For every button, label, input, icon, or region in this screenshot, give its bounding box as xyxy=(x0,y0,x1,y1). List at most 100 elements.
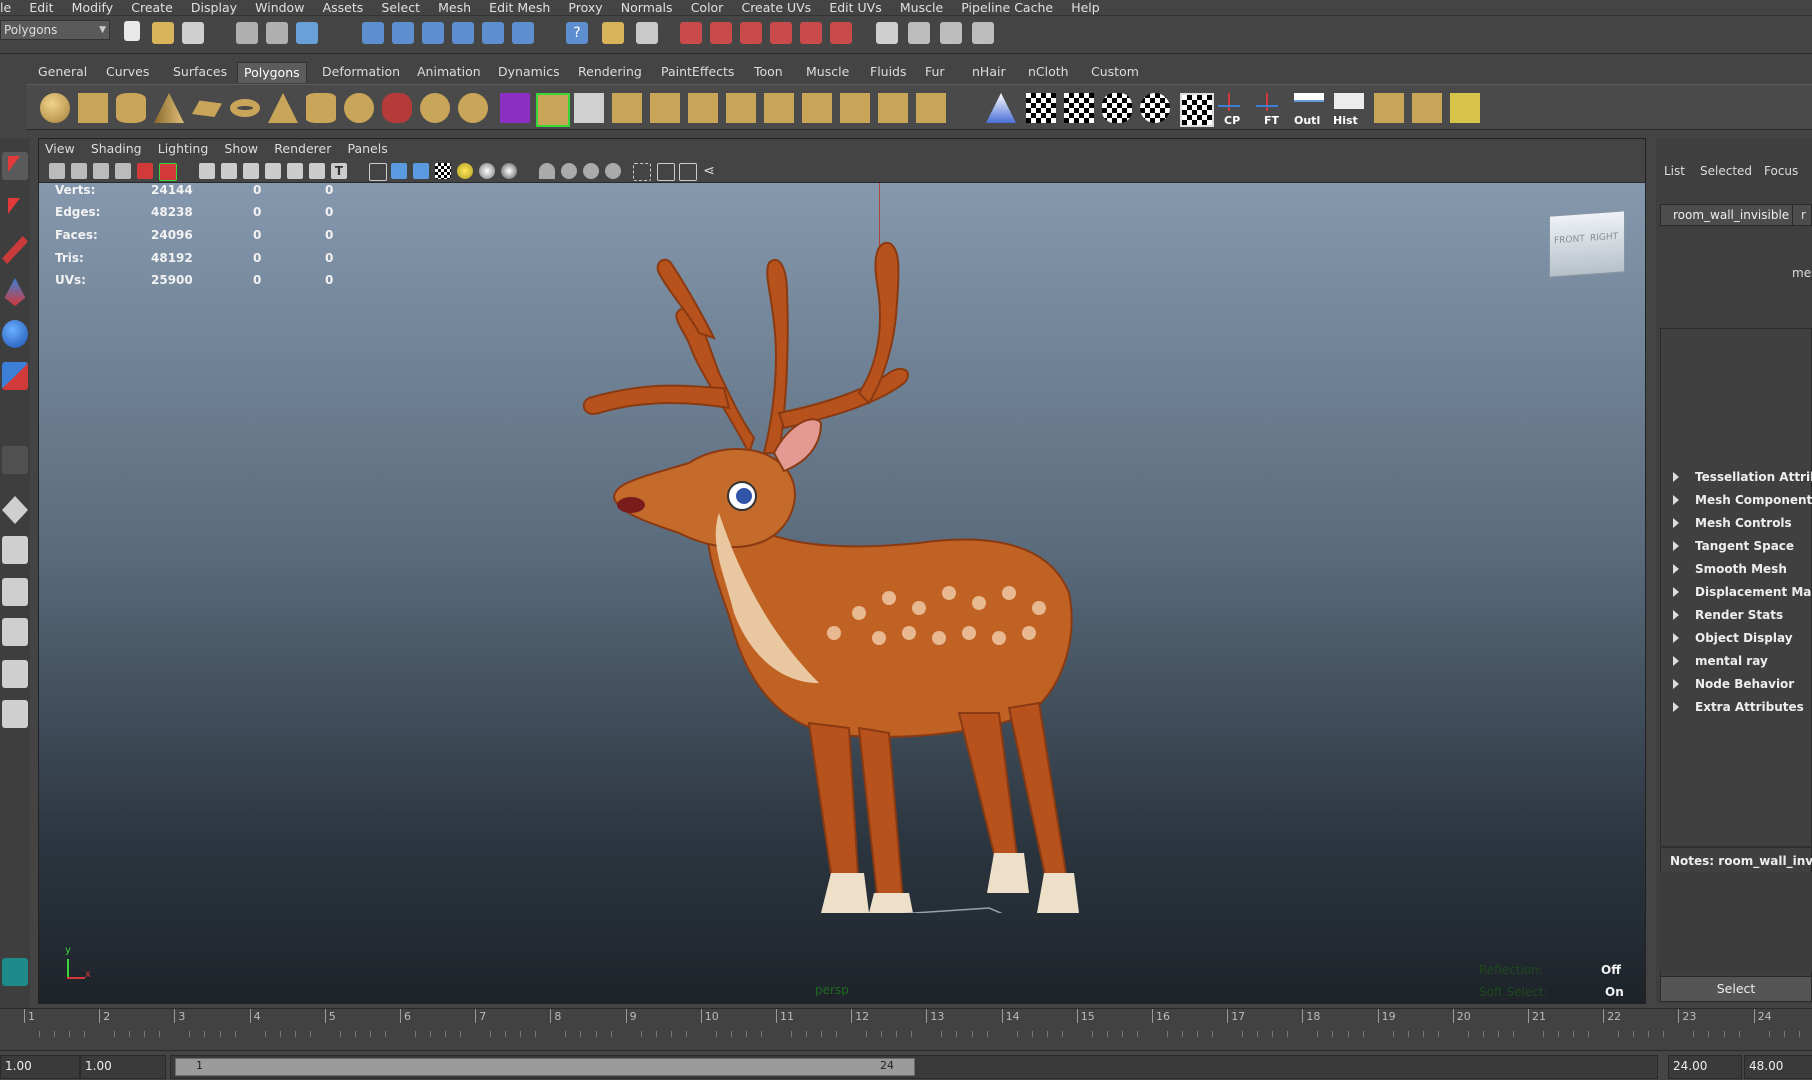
viewport-scene[interactable]: Verts: 24144 0 0 Edges: 48238 0 0 Faces:… xyxy=(39,183,1645,1003)
render-frame-icon[interactable] xyxy=(680,22,702,44)
move-tool-icon[interactable] xyxy=(4,278,26,306)
wireframe-on-shaded-icon[interactable] xyxy=(413,163,429,179)
xray-joints-icon[interactable] xyxy=(561,163,577,179)
cylindrical-uv-icon[interactable] xyxy=(1102,93,1132,123)
layout-graph-icon[interactable] xyxy=(2,700,28,728)
poly-plane-icon[interactable] xyxy=(192,100,222,117)
menu-assets[interactable]: Assets xyxy=(316,0,371,16)
menu-file[interactable]: le xyxy=(0,0,18,16)
extra-tool-2-icon[interactable] xyxy=(1412,93,1442,123)
attr-section-mesh-component-display[interactable]: Mesh Component Display xyxy=(1661,490,1812,512)
channel-box-tab-selected[interactable]: Selected xyxy=(1700,164,1752,178)
menu-window[interactable]: Window xyxy=(248,0,311,16)
view-cube-front-label[interactable]: FRONT xyxy=(1554,234,1585,246)
hypershade-icon[interactable] xyxy=(770,22,792,44)
insert-edge-loop-icon[interactable] xyxy=(688,93,718,123)
cube-purple-icon[interactable] xyxy=(500,93,530,123)
save-scene-icon[interactable] xyxy=(182,22,204,44)
film-gate-icon[interactable] xyxy=(221,163,237,179)
render-globals-icon[interactable] xyxy=(830,22,852,44)
layer-editor-icon[interactable] xyxy=(972,22,994,44)
channel-box-tab-focus[interactable]: Focus xyxy=(1764,164,1798,178)
shadows-icon[interactable] xyxy=(479,163,495,179)
layout-persp-outliner-icon[interactable] xyxy=(2,618,28,646)
tab-curves[interactable]: Curves xyxy=(100,62,155,82)
menu-create-uvs[interactable]: Create UVs xyxy=(734,0,818,16)
new-scene-icon[interactable] xyxy=(124,21,140,41)
select-object-icon[interactable] xyxy=(266,22,288,44)
offset-edge-icon[interactable] xyxy=(726,93,756,123)
spherical-uv-icon[interactable] xyxy=(1140,93,1170,123)
tab-polygons[interactable]: Polygons xyxy=(237,62,307,83)
bookmark-icon[interactable] xyxy=(93,163,109,179)
planar-uv-icon[interactable] xyxy=(1064,93,1094,123)
mirror-icon[interactable] xyxy=(986,93,1016,123)
collapse-icon[interactable] xyxy=(840,93,870,123)
attr-section-mental-ray[interactable]: mental ray xyxy=(1661,651,1812,673)
attr-section-tessellation[interactable]: Tessellation Attributes xyxy=(1661,467,1812,489)
view-cube-right-label[interactable]: RIGHT xyxy=(1590,232,1618,244)
poly-sphere-icon[interactable] xyxy=(40,93,70,123)
tab-general[interactable]: General xyxy=(32,62,93,82)
tab-fluids[interactable]: Fluids xyxy=(864,62,913,82)
separate-icon[interactable] xyxy=(420,93,450,123)
extra-tool-3-icon[interactable] xyxy=(1450,93,1480,123)
history-icon[interactable] xyxy=(512,22,534,44)
menu-mesh[interactable]: Mesh xyxy=(431,0,478,16)
poly-prism-icon[interactable] xyxy=(268,93,298,123)
view-cube[interactable]: FRONT RIGHT xyxy=(1549,210,1625,278)
poly-pipe-icon[interactable] xyxy=(306,93,336,123)
tab-custom[interactable]: Custom xyxy=(1085,62,1145,82)
snap-curve-icon[interactable] xyxy=(392,22,414,44)
camera-select-icon[interactable] xyxy=(49,163,65,179)
menu-create[interactable]: Create xyxy=(124,0,180,16)
snap-point-icon[interactable] xyxy=(422,22,444,44)
attribute-editor-icon[interactable] xyxy=(876,22,898,44)
poly-cone-icon[interactable] xyxy=(154,93,184,123)
menu-set-dropdown[interactable]: Polygons ▼ xyxy=(0,20,110,40)
menu-edit-mesh[interactable]: Edit Mesh xyxy=(482,0,557,16)
viewport-menu-view[interactable]: View xyxy=(39,139,81,159)
poly-cylinder-icon[interactable] xyxy=(116,93,146,123)
safe-title-icon[interactable]: T xyxy=(331,163,347,179)
attr-section-object-display[interactable]: Object Display xyxy=(1661,628,1812,650)
tab-dynamics[interactable]: Dynamics xyxy=(492,62,566,82)
menu-color[interactable]: Color xyxy=(684,0,731,16)
open-scene-icon[interactable] xyxy=(152,22,174,44)
scale-tool-icon[interactable] xyxy=(2,362,28,390)
viewport-menu-shading[interactable]: Shading xyxy=(85,139,148,159)
extra-tool-1-icon[interactable] xyxy=(1374,93,1404,123)
xray-icon[interactable] xyxy=(539,163,555,179)
poly-soccer-icon[interactable] xyxy=(344,93,374,123)
deer-model[interactable] xyxy=(559,213,1119,913)
render-region-icon[interactable] xyxy=(636,22,658,44)
attr-section-tangent-space[interactable]: Tangent Space xyxy=(1661,536,1812,558)
grid-toggle-icon[interactable] xyxy=(199,163,215,179)
layout-four-icon[interactable] xyxy=(2,536,28,564)
attr-section-node-behavior[interactable]: Node Behavior xyxy=(1661,674,1812,696)
menu-muscle[interactable]: Muscle xyxy=(893,0,950,16)
playback-start-field[interactable]: 1.00 xyxy=(80,1055,166,1079)
help-icon[interactable]: ? xyxy=(566,22,588,44)
tool-settings-icon[interactable] xyxy=(908,22,930,44)
lock-icon[interactable] xyxy=(602,22,624,44)
combine-icon[interactable] xyxy=(382,93,412,123)
select-hierarchy-icon[interactable] xyxy=(236,22,258,44)
tab-ncloth[interactable]: nCloth xyxy=(1022,62,1075,82)
safe-action-icon[interactable] xyxy=(309,163,325,179)
bridge-icon[interactable] xyxy=(574,93,604,123)
snap-plane-icon[interactable] xyxy=(452,22,474,44)
ipr-render-icon[interactable] xyxy=(710,22,732,44)
render-settings-icon[interactable] xyxy=(740,22,762,44)
attr-section-smooth-mesh[interactable]: Smooth Mesh xyxy=(1661,559,1812,581)
select-component-icon[interactable] xyxy=(296,22,318,44)
menu-select[interactable]: Select xyxy=(374,0,427,16)
share-icon[interactable]: ⋖ xyxy=(701,163,717,179)
isolate-select-icon[interactable] xyxy=(633,163,651,181)
field-chart-icon[interactable] xyxy=(287,163,303,179)
poly-torus-icon[interactable] xyxy=(230,99,260,117)
notes-field[interactable] xyxy=(1660,872,1812,972)
layout-persp-graph-icon[interactable] xyxy=(2,578,28,606)
camera-attributes-icon[interactable] xyxy=(71,163,87,179)
viewport-menu-show[interactable]: Show xyxy=(218,139,264,159)
